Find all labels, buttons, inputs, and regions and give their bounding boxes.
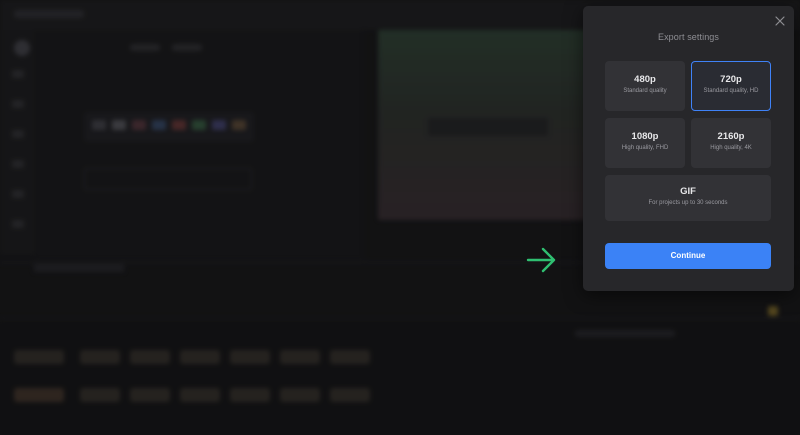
- option-name: GIF: [680, 186, 696, 197]
- continue-button[interactable]: Continue: [605, 243, 771, 269]
- option-name: 480p: [634, 74, 656, 85]
- option-description: High quality, 4K: [710, 145, 752, 151]
- option-description: For projects up to 30 seconds: [648, 200, 728, 206]
- option-name: 2160p: [717, 131, 745, 142]
- option-description: Standard quality, HD: [703, 88, 759, 94]
- close-icon[interactable]: [774, 15, 786, 27]
- option-gif[interactable]: GIF For projects up to 30 seconds: [605, 175, 771, 221]
- modal-title: Export settings: [657, 32, 720, 42]
- option-2160p[interactable]: 2160p High quality, 4K: [691, 118, 771, 168]
- option-720p[interactable]: 720p Standard quality, HD: [691, 61, 771, 111]
- option-description: Standard quality: [623, 88, 667, 94]
- option-480p[interactable]: 480p Standard quality: [605, 61, 685, 111]
- option-1080p[interactable]: 1080p High quality, FHD: [605, 118, 685, 168]
- export-settings-modal: Export settings 480p Standard quality 72…: [583, 6, 794, 291]
- arrow-right-icon: [526, 247, 556, 273]
- option-name: 1080p: [631, 131, 659, 142]
- option-name: 720p: [720, 74, 742, 85]
- option-description: High quality, FHD: [621, 145, 669, 151]
